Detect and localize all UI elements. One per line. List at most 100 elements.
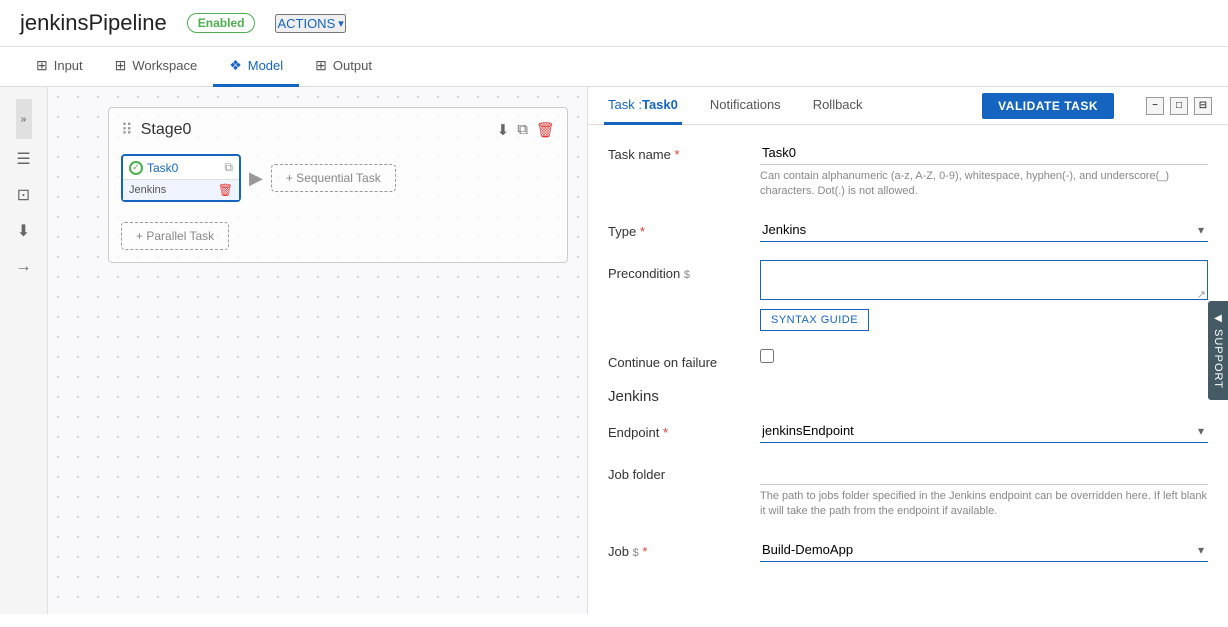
panel-task-ref: Task0 — [642, 97, 678, 112]
main-content: » ☰ ⊡ ⬇ → ⠿ Stage0 ⬇ ⧉ 🗑 ✓ Task0 — [0, 87, 1228, 614]
tab-workspace[interactable]: ⊞ Workspace — [99, 47, 214, 87]
syntax-guide-button[interactable]: SYNTAX GUIDE — [760, 309, 869, 331]
endpoint-field-row: Endpoint * jenkinsEndpoint ▾ — [608, 419, 1208, 443]
add-parallel-task-button[interactable]: + Parallel Task — [121, 222, 229, 250]
tab-model[interactable]: ❖ Model — [213, 47, 299, 87]
continue-failure-field-row: Continue on failure — [608, 349, 1208, 370]
type-label: Type * — [608, 218, 748, 239]
jenkins-section-title: Jenkins — [608, 388, 1208, 405]
job-field-row: Job $ * Build-DemoApp ▾ — [608, 538, 1208, 562]
restore-button[interactable]: □ — [1170, 97, 1188, 115]
model-icon: ❖ — [229, 57, 242, 74]
panel-icon-button[interactable]: ⊟ — [1194, 97, 1212, 115]
panel-content: Task name * Can contain alphanumeric (a-… — [588, 125, 1228, 614]
stage-copy-icon[interactable]: ⧉ — [517, 121, 528, 139]
panel-window-buttons: − □ ⊟ — [1146, 97, 1212, 115]
continue-failure-label: Continue on failure — [608, 349, 748, 370]
stage-box: ⠿ Stage0 ⬇ ⧉ 🗑 ✓ Task0 ⧉ Jenkins — [108, 107, 568, 263]
task-type-row: Jenkins 🗑 — [123, 179, 239, 200]
add-sequential-task-button[interactable]: + Sequential Task — [271, 164, 396, 192]
connector-arrow-icon: ▶ — [249, 168, 263, 189]
job-folder-label: Job folder — [608, 461, 748, 482]
panel-header: Task :Task0 Notifications Rollback VALID… — [588, 87, 1228, 125]
precondition-field-content: ↗ SYNTAX GUIDE — [760, 260, 1208, 331]
job-folder-input[interactable] — [760, 461, 1208, 485]
sidebar-icon-list[interactable]: ☰ — [6, 143, 42, 175]
input-icon: ⊞ — [36, 57, 48, 74]
app-header: jenkinsPipeline Enabled ACTIONS — [0, 0, 1228, 47]
task-card[interactable]: ✓ Task0 ⧉ Jenkins 🗑 — [121, 154, 241, 202]
workspace-icon: ⊞ — [115, 57, 127, 74]
continue-failure-field-content — [760, 349, 1208, 366]
endpoint-select[interactable]: jenkinsEndpoint — [760, 419, 1208, 443]
actions-button[interactable]: ACTIONS — [275, 14, 345, 33]
job-folder-field-content: The path to jobs folder specified in the… — [760, 461, 1208, 520]
precondition-textarea[interactable] — [760, 260, 1208, 300]
task-name-field-content: Can contain alphanumeric (a-z, A-Z, 0-9)… — [760, 141, 1208, 200]
type-select-wrapper: Jenkins ▾ — [760, 218, 1208, 242]
continue-failure-checkbox[interactable] — [760, 349, 774, 363]
endpoint-select-wrapper: jenkinsEndpoint ▾ — [760, 419, 1208, 443]
job-select[interactable]: Build-DemoApp — [760, 538, 1208, 562]
tab-workspace-label: Workspace — [132, 58, 197, 73]
precondition-field-row: Precondition $ ↗ SYNTAX GUIDE — [608, 260, 1208, 331]
job-folder-field-row: Job folder The path to jobs folder speci… — [608, 461, 1208, 520]
job-select-wrapper: Build-DemoApp ▾ — [760, 538, 1208, 562]
output-icon: ⊞ — [315, 57, 327, 74]
panel-tab-task-label: Task :Task0 — [608, 97, 678, 112]
task-name-label: Task name * — [608, 141, 748, 162]
stage-download-icon[interactable]: ⬇ — [497, 121, 510, 139]
sidebar-icon-arrow[interactable]: → — [6, 251, 42, 283]
type-field-content: Jenkins ▾ — [760, 218, 1208, 242]
task-status-icon: ✓ — [129, 161, 143, 175]
panel-tab-notifications[interactable]: Notifications — [706, 87, 785, 125]
collapse-sidebar-button[interactable]: » — [16, 99, 32, 139]
support-arrow-icon: ◀ — [1213, 313, 1224, 325]
tab-output[interactable]: ⊞ Output — [299, 47, 388, 87]
support-label: SUPPORT — [1212, 329, 1224, 389]
job-label: Job $ * — [608, 538, 748, 559]
precondition-label: Precondition $ — [608, 260, 748, 281]
validate-task-button[interactable]: VALIDATE TASK — [982, 93, 1114, 119]
job-folder-hint: The path to jobs folder specified in the… — [760, 489, 1208, 520]
panel-tab-rollback[interactable]: Rollback — [809, 87, 867, 125]
type-field-row: Type * Jenkins ▾ — [608, 218, 1208, 242]
task-row: ✓ Task0 ⧉ Jenkins 🗑 ▶ + Sequential Task — [121, 154, 555, 202]
support-tab[interactable]: ◀ SUPPORT — [1208, 301, 1228, 401]
task-copy-icon[interactable]: ⧉ — [224, 160, 233, 175]
task-name-input[interactable] — [760, 141, 1208, 165]
sidebar-icon-chart[interactable]: ⊡ — [6, 179, 42, 211]
sidebar-icons: » ☰ ⊡ ⬇ → — [0, 87, 48, 614]
drag-handle-icon[interactable]: ⠿ — [121, 120, 133, 140]
task-delete-icon[interactable]: 🗑 — [218, 183, 233, 197]
main-tabs: ⊞ Input ⊞ Workspace ❖ Model ⊞ Output — [0, 47, 1228, 87]
textarea-resize-icon: ↗ — [1197, 288, 1206, 301]
tab-output-label: Output — [333, 58, 372, 73]
minimize-button[interactable]: − — [1146, 97, 1164, 115]
job-field-content: Build-DemoApp ▾ — [760, 538, 1208, 562]
panel-tab-task[interactable]: Task :Task0 — [604, 87, 682, 125]
right-panel: Task :Task0 Notifications Rollback VALID… — [588, 87, 1228, 614]
task-card-header: ✓ Task0 ⧉ — [123, 156, 239, 179]
task-card-name: Task0 — [147, 161, 220, 175]
endpoint-field-content: jenkinsEndpoint ▾ — [760, 419, 1208, 443]
tab-input-label: Input — [54, 58, 83, 73]
endpoint-label: Endpoint * — [608, 419, 748, 440]
sidebar-icon-download[interactable]: ⬇ — [6, 215, 42, 247]
stage-title: Stage0 — [141, 121, 489, 139]
app-title: jenkinsPipeline — [20, 10, 167, 36]
stage-header: ⠿ Stage0 ⬇ ⧉ 🗑 — [121, 120, 555, 140]
task-type-label: Jenkins — [129, 184, 166, 196]
tab-model-label: Model — [248, 58, 283, 73]
panel-notifications-label: Notifications — [710, 97, 781, 112]
task-name-field-row: Task name * Can contain alphanumeric (a-… — [608, 141, 1208, 200]
pipeline-canvas: ⠿ Stage0 ⬇ ⧉ 🗑 ✓ Task0 ⧉ Jenkins — [48, 87, 588, 614]
stage-actions: ⬇ ⧉ 🗑 — [497, 121, 555, 139]
task-name-hint: Can contain alphanumeric (a-z, A-Z, 0-9)… — [760, 169, 1208, 200]
tab-input[interactable]: ⊞ Input — [20, 47, 99, 87]
panel-rollback-label: Rollback — [813, 97, 863, 112]
precondition-textarea-wrapper: ↗ — [760, 260, 1208, 303]
type-select[interactable]: Jenkins — [760, 218, 1208, 242]
enabled-badge: Enabled — [187, 13, 256, 33]
stage-delete-icon[interactable]: 🗑 — [536, 121, 555, 139]
